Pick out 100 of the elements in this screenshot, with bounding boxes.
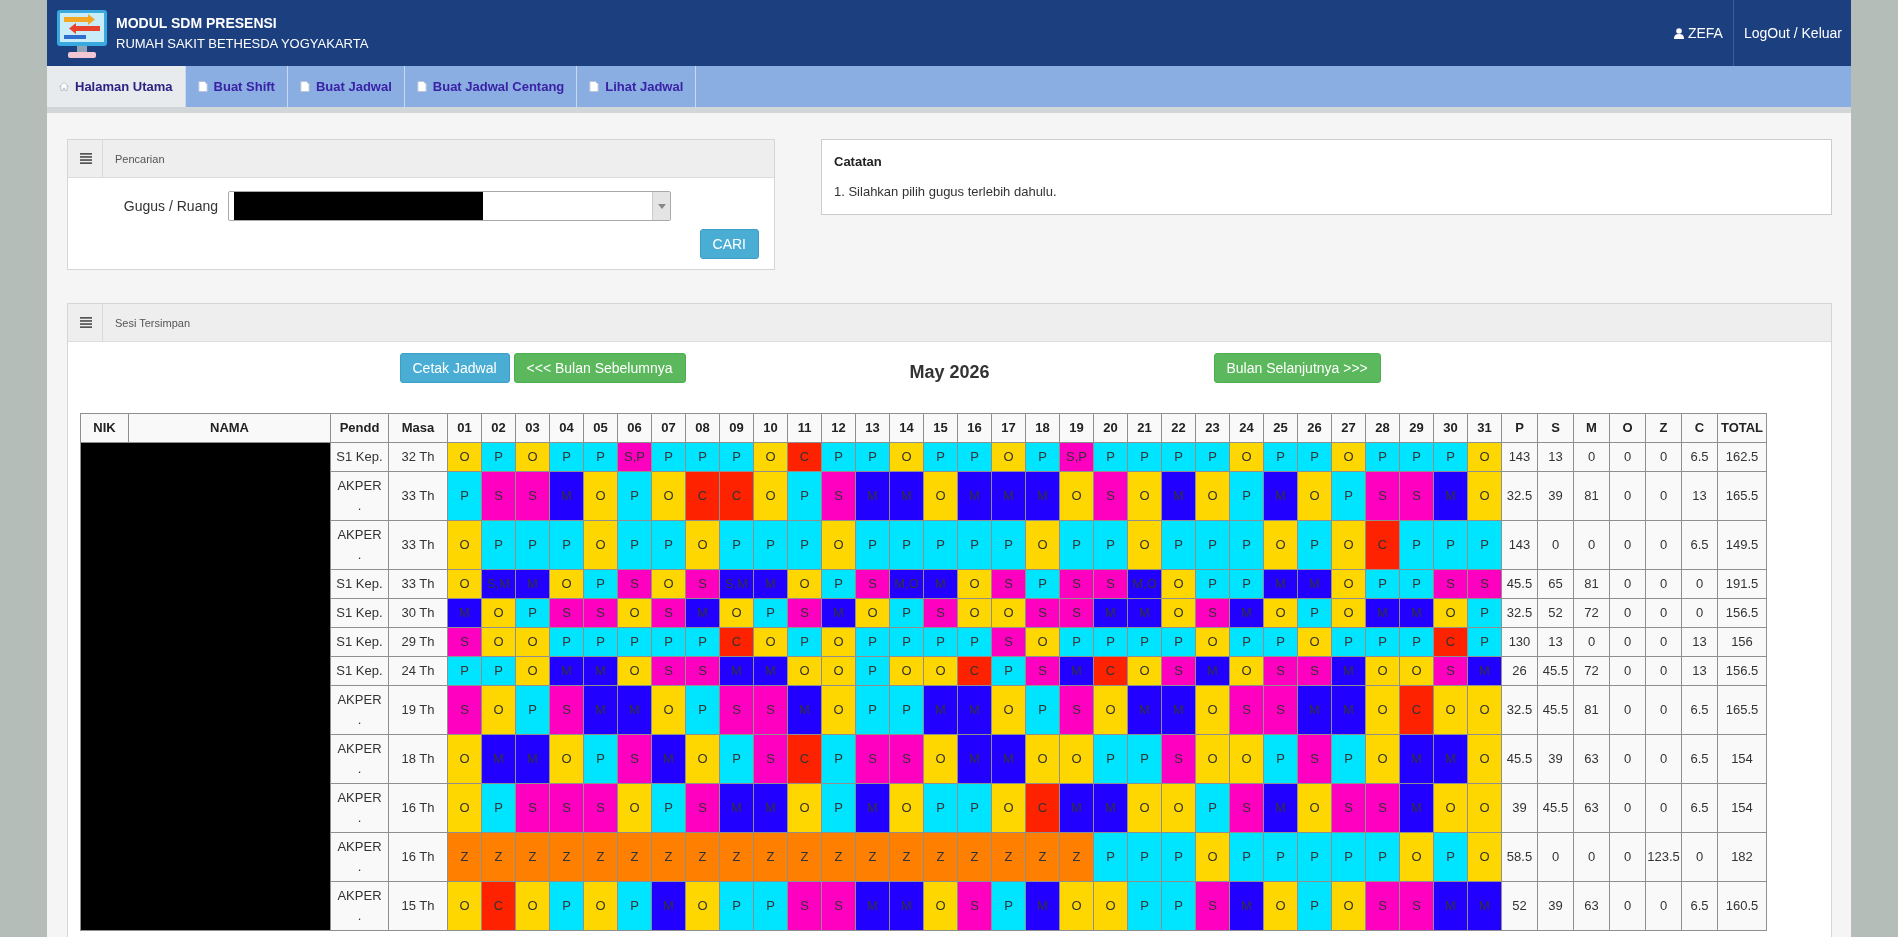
shift-cell: C xyxy=(481,881,516,931)
total-cell: 13 xyxy=(1681,471,1718,521)
tenure-cell: 30 Th xyxy=(388,598,448,628)
total-cell: 0 xyxy=(1645,685,1682,735)
day-header: 08 xyxy=(685,413,720,443)
shift-cell: O xyxy=(515,881,550,931)
shift-cell: P xyxy=(1127,734,1162,784)
shift-cell: S xyxy=(753,734,788,784)
total-cell: 0 xyxy=(1645,881,1682,931)
day-header: 18 xyxy=(1025,413,1060,443)
shift-cell: M xyxy=(1399,783,1434,833)
shift-cell: P xyxy=(617,881,652,931)
day-header: 07 xyxy=(651,413,686,443)
total-cell: 81 xyxy=(1573,685,1610,735)
shift-cell: M xyxy=(991,471,1026,521)
previous-month-button[interactable]: <<< Bulan Sebelumnya xyxy=(513,353,686,383)
shift-cell: O xyxy=(1059,734,1094,784)
shift-cell: S xyxy=(753,685,788,735)
shift-cell: M xyxy=(753,783,788,833)
shift-cell: P xyxy=(1093,832,1128,882)
total-cell: 39 xyxy=(1537,881,1574,931)
page-icon xyxy=(197,81,208,92)
education-cell: S1 Kep. xyxy=(330,656,389,686)
day-header: 30 xyxy=(1433,413,1468,443)
education-cell: AKPER . xyxy=(330,881,389,931)
shift-cell: S xyxy=(719,685,754,735)
user-link[interactable]: ZEFA xyxy=(1663,25,1733,41)
shift-cell: O xyxy=(1297,783,1332,833)
shift-cell: Z xyxy=(957,832,992,882)
shift-cell: Z xyxy=(923,832,958,882)
total-cell: 0 xyxy=(1645,520,1682,570)
shift-cell: O xyxy=(1127,471,1162,521)
shift-cell: Z xyxy=(889,832,924,882)
day-header: 24 xyxy=(1229,413,1264,443)
shift-cell: O xyxy=(1467,783,1502,833)
day-header: 28 xyxy=(1365,413,1400,443)
column-header: Masa xyxy=(388,413,448,443)
shift-cell: S xyxy=(1195,881,1230,931)
shift-cell: M xyxy=(651,734,686,784)
total-cell: 6.5 xyxy=(1681,783,1718,833)
nav-tab[interactable]: Buat Jadwal Centang xyxy=(404,66,578,107)
print-schedule-button[interactable]: Cetak Jadwal xyxy=(399,353,510,383)
shift-cell: S xyxy=(481,471,516,521)
shift-cell: C xyxy=(1025,783,1060,833)
next-month-button[interactable]: Bulan Selanjutnya >>> xyxy=(1213,353,1381,383)
shift-cell: O xyxy=(1433,783,1468,833)
page-icon xyxy=(589,81,600,92)
logout-link[interactable]: LogOut / Keluar xyxy=(1733,25,1842,41)
tenure-cell: 33 Th xyxy=(388,471,448,521)
day-header: 10 xyxy=(753,413,788,443)
shift-cell: O xyxy=(1195,734,1230,784)
shift-cell: S xyxy=(1229,685,1264,735)
shift-cell: P xyxy=(651,520,686,570)
shift-cell: S xyxy=(855,734,890,784)
room-select[interactable] xyxy=(228,191,671,221)
shift-cell: P xyxy=(617,471,652,521)
shift-cell: S xyxy=(1399,471,1434,521)
search-button[interactable]: CARI xyxy=(699,229,759,259)
nav-tab[interactable]: Buat Shift xyxy=(185,66,288,107)
shift-cell: O xyxy=(1297,471,1332,521)
shift-cell: P xyxy=(583,734,618,784)
shift-cell: O xyxy=(1331,520,1366,570)
total-cell: 0 xyxy=(1609,832,1646,882)
shift-cell: Z xyxy=(1059,832,1094,882)
day-header: 25 xyxy=(1263,413,1298,443)
day-header: 06 xyxy=(617,413,652,443)
shift-cell: M xyxy=(515,734,550,784)
shift-cell: O xyxy=(991,783,1026,833)
shift-cell: P xyxy=(1093,520,1128,570)
app-title: MODUL SDM PRESENSI xyxy=(116,14,278,31)
shift-cell: P xyxy=(753,881,788,931)
shift-cell: M xyxy=(1433,734,1468,784)
shift-cell: O xyxy=(447,520,482,570)
total-cell: 0 xyxy=(1609,881,1646,931)
shift-cell: P xyxy=(1025,685,1060,735)
nav-tab[interactable]: Halaman Utama xyxy=(47,66,186,107)
shift-cell: S xyxy=(549,783,584,833)
shift-cell: P xyxy=(1297,520,1332,570)
tenure-cell: 33 Th xyxy=(388,520,448,570)
nav-tab[interactable]: Buat Jadwal xyxy=(287,66,405,107)
total-cell: 154 xyxy=(1717,734,1767,784)
nav-tab[interactable]: Lihat Jadwal xyxy=(577,66,697,107)
shift-cell: O xyxy=(923,734,958,784)
shift-cell: O xyxy=(1195,471,1230,521)
day-header: 15 xyxy=(923,413,958,443)
shift-cell: Z xyxy=(481,832,516,882)
shift-cell: P xyxy=(889,520,924,570)
user-icon xyxy=(1673,27,1684,39)
shift-cell: C xyxy=(1399,685,1434,735)
shift-cell: M xyxy=(549,471,584,521)
shift-cell: S xyxy=(1059,685,1094,735)
shift-cell: S xyxy=(1229,783,1264,833)
shift-cell: P xyxy=(481,520,516,570)
shift-cell: C xyxy=(719,471,754,521)
shift-cell: O xyxy=(1059,471,1094,521)
shift-cell: O xyxy=(889,783,924,833)
shift-cell: O xyxy=(1059,881,1094,931)
shift-cell: M xyxy=(1297,685,1332,735)
shift-cell: P xyxy=(855,520,890,570)
notes-title: Catatan xyxy=(834,153,882,171)
